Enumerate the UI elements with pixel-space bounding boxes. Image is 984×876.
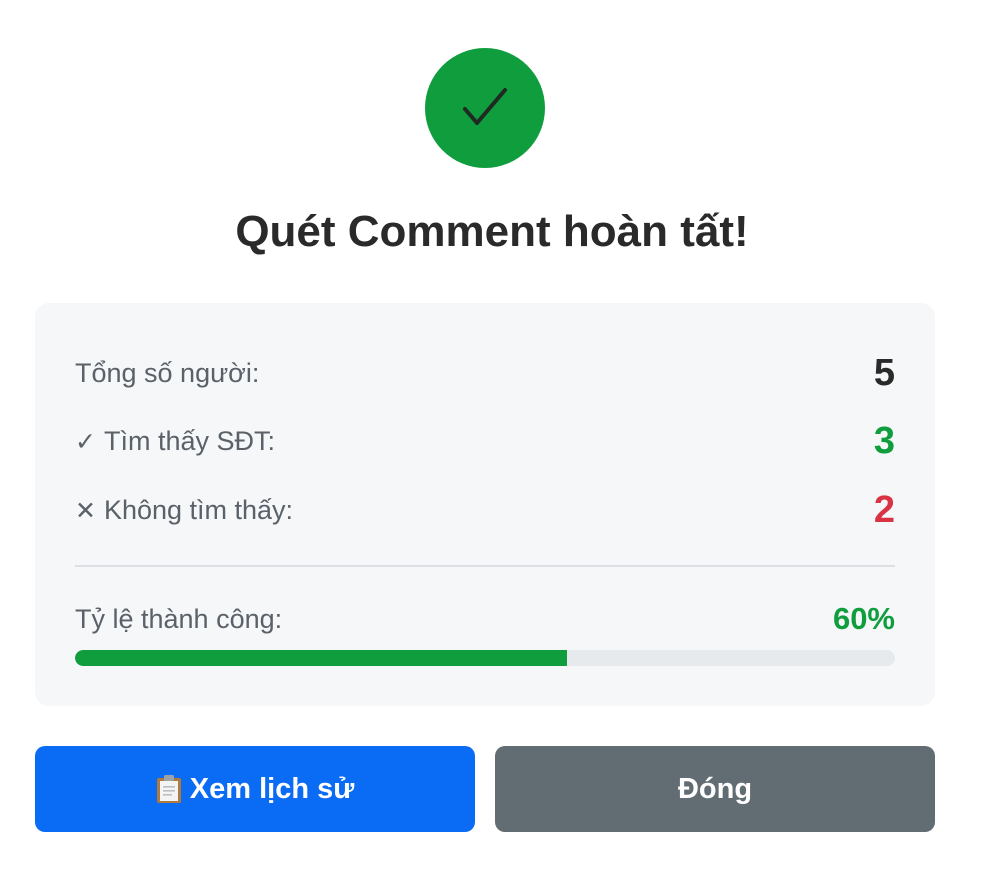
close-label: Đóng	[677, 772, 753, 805]
stats-card: Tổng số người: 5 ✓ Tìm thấy SĐT: 3 ✕ Khô…	[35, 303, 935, 706]
view-history-label: Xem lịch sử	[189, 772, 355, 805]
stat-row-total: Tổng số người: 5	[75, 348, 895, 398]
stat-row-found: ✓ Tìm thấy SĐT: 3	[75, 416, 895, 466]
cross-mark-icon: ✕	[75, 495, 96, 525]
divider	[75, 565, 895, 567]
success-rate-label: Tỷ lệ thành công:	[75, 603, 283, 634]
success-rate-value: 60%	[832, 601, 895, 636]
dialog-title: Quét Comment hoàn tất!	[235, 207, 749, 256]
success-rate-progress-fill	[75, 650, 567, 666]
close-button[interactable]: Đóng	[495, 746, 935, 832]
not-found-label: Không tìm thấy:	[103, 494, 294, 525]
checkmark-icon	[463, 88, 507, 125]
check-mark-icon: ✓	[75, 426, 96, 456]
success-rate-progress-bar	[75, 650, 895, 666]
found-label: Tìm thấy SĐT:	[103, 425, 275, 456]
not-found-value: 2	[873, 488, 895, 531]
success-rate-row: Tỷ lệ thành công: 60%	[75, 595, 895, 643]
stat-row-not-found: ✕ Không tìm thấy: 2	[75, 485, 895, 535]
clipboard-icon	[156, 775, 181, 803]
scan-complete-dialog: Quét Comment hoàn tất! Tổng số người: 5 …	[0, 0, 984, 876]
total-label: Tổng số người:	[75, 357, 260, 388]
found-value: 3	[873, 419, 895, 462]
success-badge	[425, 48, 545, 168]
found-label-group: ✓ Tìm thấy SĐT:	[75, 426, 275, 457]
view-history-button[interactable]: Xem lịch sử	[35, 746, 475, 832]
not-found-label-group: ✕ Không tìm thấy:	[75, 495, 293, 526]
total-value: 5	[873, 351, 895, 394]
